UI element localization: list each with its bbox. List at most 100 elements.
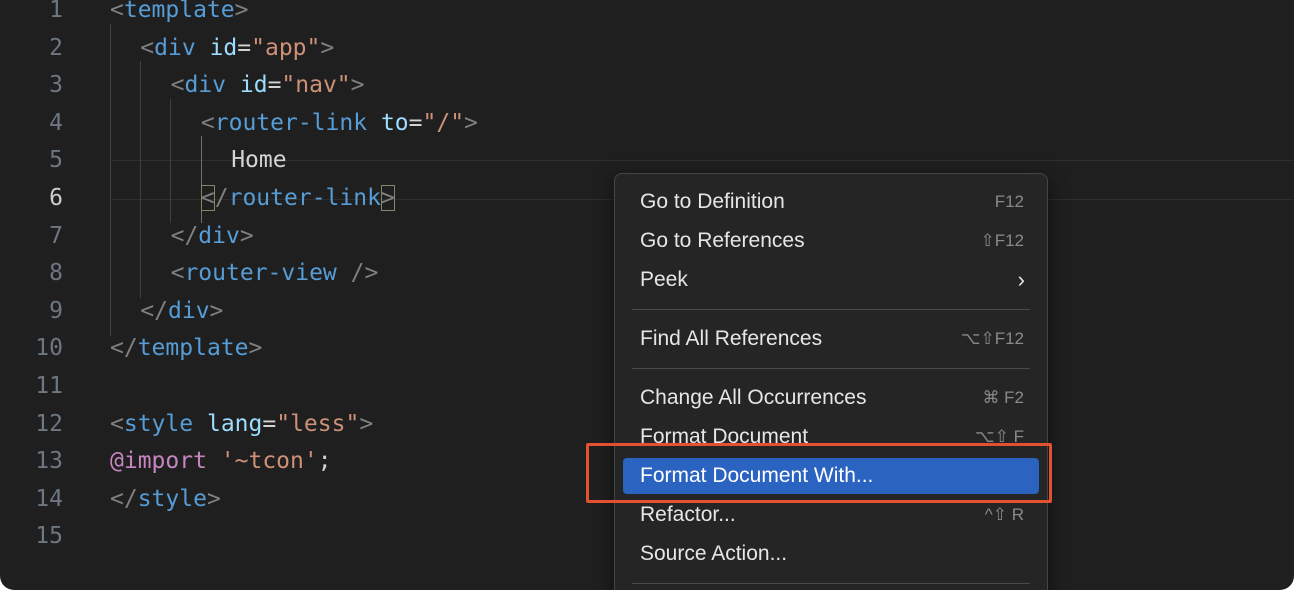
context-menu: Go to Definition F12 Go to References ⇧F… (614, 173, 1048, 590)
line-number: 10 (35, 335, 63, 362)
code-token: > (248, 335, 263, 362)
code-text: @import '~tcon'; (110, 443, 332, 480)
menu-item-label: Source Action... (640, 542, 788, 565)
code-token: /> (350, 260, 379, 287)
code-token: > (380, 185, 395, 211)
line-number: 3 (49, 72, 63, 99)
indent-guide (140, 249, 141, 299)
code-text: </div> (171, 218, 254, 255)
menu-item-shortcut: F12 (994, 192, 1024, 211)
code-token: </ (110, 485, 138, 512)
code-token: < (110, 410, 124, 437)
code-token: @import (110, 448, 207, 475)
code-token: < (170, 260, 185, 287)
code-token: ; (317, 448, 332, 475)
code-line[interactable]: 3 <div id="nav"> (0, 61, 1294, 111)
code-token: div (198, 222, 240, 249)
code-token: template (123, 0, 235, 23)
code-token: > (209, 297, 224, 324)
menu-item-shortcut: ⌘ F2 (982, 388, 1024, 407)
menu-item-label: Change All Occurrences (640, 386, 867, 409)
code-text: <div id="nav"> (171, 67, 365, 104)
code-token: = (408, 109, 423, 136)
code-token: </ (140, 297, 168, 324)
line-number: 5 (49, 147, 63, 174)
menu-item-change-all-occurrences[interactable]: Change All Occurrences ⌘ F2 (623, 380, 1039, 416)
code-token: > (234, 0, 249, 23)
line-number: 8 (49, 260, 63, 287)
code-token: = (237, 34, 252, 61)
code-line[interactable]: 1 <template> (0, 0, 1294, 29)
code-token: router-view (184, 260, 337, 287)
indent-guide (110, 286, 111, 336)
annotation-highlight-box (586, 443, 1052, 503)
line-number: 7 (49, 222, 63, 249)
code-token: "nav" (281, 72, 351, 99)
code-text: <router-link to="/"> (201, 105, 478, 142)
code-token: router-link (228, 185, 381, 211)
code-token: "app" (251, 34, 321, 61)
menu-item-go-to-references[interactable]: Go to References ⇧F12 (623, 223, 1039, 259)
menu-item-find-all-references[interactable]: Find All References ⌥⇧F12 (623, 321, 1039, 357)
code-token: < (170, 72, 185, 99)
code-text: <style lang="less"> (110, 406, 373, 443)
code-token: </ (170, 222, 199, 249)
line-number: 12 (35, 410, 63, 437)
menu-item-label: Go to References (640, 229, 805, 252)
code-token: "/" (422, 109, 465, 136)
line-number: 2 (49, 34, 63, 61)
code-token: lang (206, 410, 263, 437)
code-text: </router-link> (200, 180, 395, 217)
menu-item-shortcut: ⇧F12 (980, 231, 1024, 250)
code-token: = (267, 72, 282, 99)
menu-item-go-to-definition[interactable]: Go to Definition F12 (623, 184, 1039, 220)
code-token: div (168, 297, 210, 324)
code-token: < (140, 34, 155, 61)
menu-item-label: Go to Definition (640, 190, 785, 213)
code-token: > (359, 410, 374, 437)
code-text: </style> (110, 481, 221, 518)
code-token: style (123, 410, 194, 437)
code-line[interactable]: 2 <div id="app"> (0, 23, 1294, 73)
code-text: </div> (140, 293, 223, 330)
code-token: / (214, 185, 229, 211)
line-number: 9 (49, 297, 63, 324)
menu-item-source-action[interactable]: Source Action... (623, 536, 1039, 572)
menu-item-label: Peek (640, 268, 688, 291)
code-token: </ (110, 335, 138, 362)
code-token: '~tcon' (220, 448, 318, 475)
code-token: > (320, 34, 335, 61)
code-token: = (262, 410, 277, 437)
code-token: div (154, 34, 196, 61)
menu-separator (632, 368, 1030, 369)
menu-item-shortcut: ⌥⇧F12 (960, 329, 1024, 348)
menu-item-label: Find All References (640, 327, 823, 350)
code-text: <router-view /> (171, 255, 379, 292)
code-text: </template> (110, 330, 262, 367)
code-token: < (200, 185, 215, 211)
code-token: < (200, 109, 215, 136)
code-token: > (464, 109, 478, 136)
menu-separator (632, 583, 1030, 584)
code-token: > (350, 72, 365, 99)
line-number: 11 (35, 373, 63, 399)
line-number: 14 (35, 485, 63, 512)
code-text: Home (231, 142, 286, 179)
menu-item-peek[interactable]: Peek › (623, 262, 1039, 298)
indent-guide (170, 174, 171, 223)
line-number: 4 (49, 109, 63, 136)
code-token: "less" (276, 410, 360, 437)
line-number: 1 (49, 0, 63, 23)
code-token: > (206, 485, 221, 512)
chevron-right-icon: › (1017, 267, 1025, 292)
code-token: to (380, 109, 409, 136)
code-token: style (137, 485, 207, 512)
code-line[interactable]: 4 <router-link to="/"> (0, 98, 1294, 148)
line-number: 13 (35, 448, 63, 475)
code-token: template (137, 335, 249, 362)
